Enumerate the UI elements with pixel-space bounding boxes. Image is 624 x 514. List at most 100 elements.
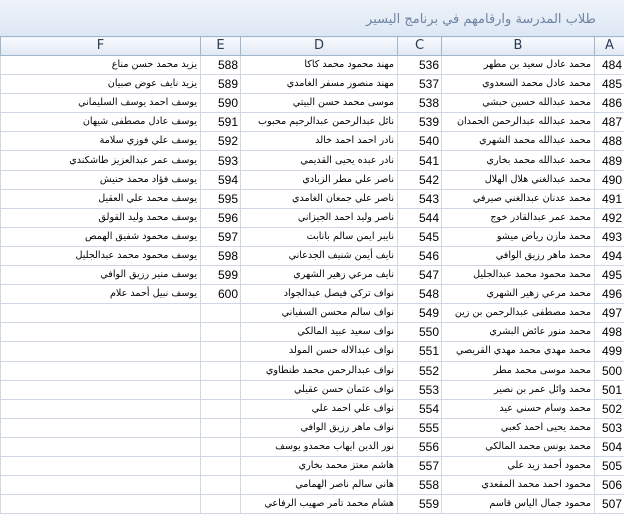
cell-a[interactable]: 494	[595, 246, 624, 265]
cell-b[interactable]: محمد محمود محمد عبدالجليل	[442, 266, 595, 285]
cell-e[interactable]	[201, 495, 241, 514]
cell-a[interactable]: 490	[595, 170, 624, 189]
column-header-b[interactable]: B	[442, 37, 595, 56]
cell-b[interactable]: محمد عادل سعيد بن مطهر	[442, 56, 595, 75]
cell-c[interactable]: 538	[398, 94, 442, 113]
cell-c[interactable]: 559	[398, 495, 442, 514]
cell-b[interactable]: محمد عبدالله محمد بخاري	[442, 151, 595, 170]
cell-a[interactable]: 486	[595, 94, 624, 113]
cell-b[interactable]: محمد مصطفى عبدالرحمن بن زين	[442, 304, 595, 323]
cell-c[interactable]: 549	[398, 304, 442, 323]
cell-e[interactable]	[201, 476, 241, 495]
cell-e[interactable]: 596	[201, 208, 241, 227]
cell-e[interactable]: 597	[201, 227, 241, 246]
cell-e[interactable]	[201, 380, 241, 399]
cell-a[interactable]: 496	[595, 285, 624, 304]
cell-b[interactable]: محمد عمر عبدالقادر خوج	[442, 208, 595, 227]
cell-f[interactable]	[1, 380, 201, 399]
cell-f[interactable]	[1, 342, 201, 361]
cell-a[interactable]: 497	[595, 304, 624, 323]
cell-e[interactable]	[201, 342, 241, 361]
cell-d[interactable]: نواف سالم محسن السفياني	[241, 304, 398, 323]
cell-c[interactable]: 557	[398, 456, 442, 475]
cell-f[interactable]: يزيد محمد حسن مناع	[1, 56, 201, 75]
cell-f[interactable]: يوسف فؤاد محمد حنيش	[1, 170, 201, 189]
cell-d[interactable]: نواف ماهر رزيق الوافي	[241, 418, 398, 437]
cell-f[interactable]: يوسف عادل مصطفى شيهان	[1, 113, 201, 132]
cell-a[interactable]: 488	[595, 132, 624, 151]
cell-f[interactable]	[1, 304, 201, 323]
cell-e[interactable]: 591	[201, 113, 241, 132]
cell-e[interactable]: 593	[201, 151, 241, 170]
cell-b[interactable]: محمد عدنان عبدالغني صيرفي	[442, 189, 595, 208]
cell-d[interactable]: نواف عبدالرحمن محمد طنطاوي	[241, 361, 398, 380]
cell-c[interactable]: 555	[398, 418, 442, 437]
cell-b[interactable]: محمد وائل عمر بن نصير	[442, 380, 595, 399]
cell-f[interactable]	[1, 495, 201, 514]
cell-b[interactable]: محمد يونس محمد المالكي	[442, 437, 595, 456]
cell-e[interactable]	[201, 456, 241, 475]
cell-b[interactable]: محمد عبدالله حسين حبشي	[442, 94, 595, 113]
cell-d[interactable]: ناصر علي مطر الزبادي	[241, 170, 398, 189]
cell-e[interactable]	[201, 437, 241, 456]
cell-c[interactable]: 558	[398, 476, 442, 495]
cell-e[interactable]: 594	[201, 170, 241, 189]
cell-b[interactable]: محمد وسام حسني عيد	[442, 399, 595, 418]
cell-b[interactable]: محمد مازن رياض ميشو	[442, 227, 595, 246]
cell-a[interactable]: 505	[595, 456, 624, 475]
cell-d[interactable]: نائل عبدالرحمن عبدالرحيم محبوب	[241, 113, 398, 132]
cell-f[interactable]: يوسف عمر عبدالعزيز طاشكندي	[1, 151, 201, 170]
cell-f[interactable]: يزيد نايف عوض صبيان	[1, 75, 201, 94]
cell-b[interactable]: محمد يحيى احمد كعبي	[442, 418, 595, 437]
cell-e[interactable]: 589	[201, 75, 241, 94]
cell-b[interactable]: محمد مهدي محمد مهدي القريصي	[442, 342, 595, 361]
cell-b[interactable]: محمد عبدالله محمد الشهري	[442, 132, 595, 151]
cell-a[interactable]: 492	[595, 208, 624, 227]
column-header-d[interactable]: D	[241, 37, 398, 56]
cell-b[interactable]: محمد عبدالله عبدالرحمن الحمدان	[442, 113, 595, 132]
cell-c[interactable]: 539	[398, 113, 442, 132]
cell-a[interactable]: 499	[595, 342, 624, 361]
cell-f[interactable]: يوسف محمد علي العقيل	[1, 189, 201, 208]
cell-e[interactable]: 590	[201, 94, 241, 113]
cell-a[interactable]: 500	[595, 361, 624, 380]
cell-a[interactable]: 507	[595, 495, 624, 514]
cell-f[interactable]	[1, 437, 201, 456]
column-header-e[interactable]: E	[201, 37, 241, 56]
column-header-c[interactable]: C	[398, 37, 442, 56]
cell-d[interactable]: نواف علي احمد علي	[241, 399, 398, 418]
cell-f[interactable]: يوسف محمود محمد عبدالجليل	[1, 246, 201, 265]
cell-f[interactable]	[1, 323, 201, 342]
cell-a[interactable]: 501	[595, 380, 624, 399]
cell-e[interactable]: 598	[201, 246, 241, 265]
cell-e[interactable]	[201, 418, 241, 437]
cell-e[interactable]	[201, 399, 241, 418]
cell-d[interactable]: هاشم معتز محمد بخاري	[241, 456, 398, 475]
cell-d[interactable]: نادر احمد احمد خالد	[241, 132, 398, 151]
cell-c[interactable]: 540	[398, 132, 442, 151]
cell-d[interactable]: مهند منصور مسفر الغامدي	[241, 75, 398, 94]
cell-d[interactable]: نور الدين ايهاب محمدو يوسف	[241, 437, 398, 456]
cell-a[interactable]: 504	[595, 437, 624, 456]
cell-b[interactable]: محمود احمد محمد المقعدي	[442, 476, 595, 495]
cell-c[interactable]: 545	[398, 227, 442, 246]
cell-c[interactable]: 552	[398, 361, 442, 380]
cell-b[interactable]: محمود أحمد زيد علي	[442, 456, 595, 475]
cell-c[interactable]: 553	[398, 380, 442, 399]
cell-d[interactable]: نايف مرعي زهير الشهري	[241, 266, 398, 285]
cell-e[interactable]: 592	[201, 132, 241, 151]
cell-a[interactable]: 493	[595, 227, 624, 246]
cell-e[interactable]	[201, 304, 241, 323]
cell-e[interactable]	[201, 323, 241, 342]
cell-a[interactable]: 491	[595, 189, 624, 208]
cell-d[interactable]: مهند محمود محمد كاكا	[241, 56, 398, 75]
cell-d[interactable]: ناصر علي جمعان الغامدي	[241, 189, 398, 208]
cell-f[interactable]: يوسف احمد يوسف السليماني	[1, 94, 201, 113]
cell-b[interactable]: محمد ماهر رزيق الوافي	[442, 246, 595, 265]
cell-d[interactable]: نايبر ايمن سالم بانابت	[241, 227, 398, 246]
cell-c[interactable]: 543	[398, 189, 442, 208]
cell-d[interactable]: نواف عثمان حسن عقيلي	[241, 380, 398, 399]
cell-e[interactable]: 595	[201, 189, 241, 208]
cell-a[interactable]: 487	[595, 113, 624, 132]
cell-c[interactable]: 542	[398, 170, 442, 189]
